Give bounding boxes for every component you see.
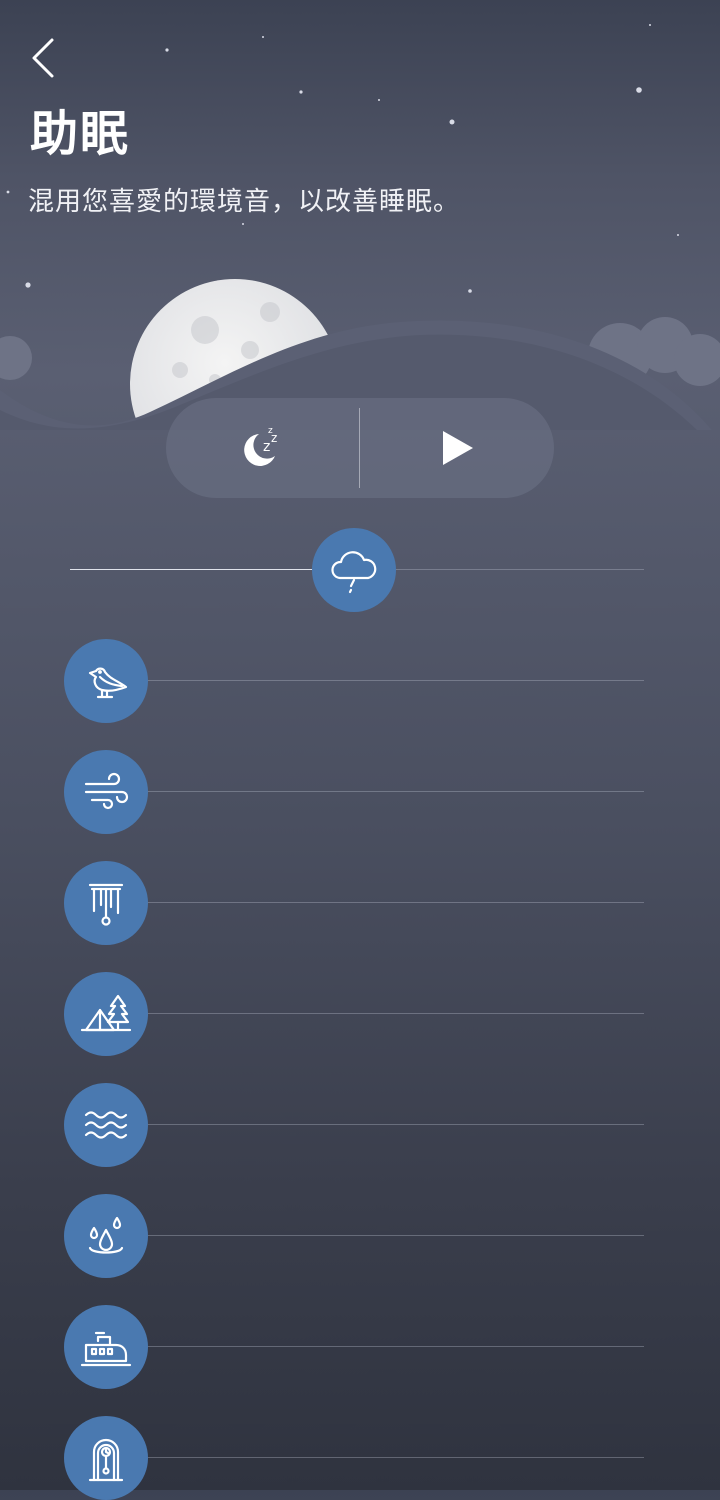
slider-thumb-birds[interactable] [64, 639, 148, 723]
train-icon [80, 1331, 132, 1367]
sound-slider-water-drop[interactable] [64, 1194, 644, 1278]
page-subtitle: 混用您喜愛的環境音，以改善睡眠。 [28, 187, 461, 217]
rain-cloud-icon [331, 551, 377, 594]
slider-track [70, 1124, 644, 1125]
page-title: 助眠 [30, 106, 131, 162]
slider-thumb-wind[interactable] [64, 750, 148, 834]
slider-track [70, 1235, 644, 1236]
sleep-timer-button[interactable]: z z z [166, 398, 360, 498]
campfire-tent-icon [80, 994, 132, 1032]
sound-slider-birds[interactable] [64, 639, 644, 723]
wind-chime-icon [88, 883, 124, 926]
sound-slider-rain[interactable] [64, 528, 644, 612]
sound-slider-wind-chime[interactable] [64, 861, 644, 945]
slider-track [70, 680, 644, 681]
bird-icon [88, 667, 128, 699]
svg-text:z: z [263, 439, 270, 455]
play-icon [443, 431, 473, 465]
waves-icon [84, 1111, 128, 1139]
chevron-left-icon [32, 38, 54, 78]
play-button[interactable] [360, 398, 554, 498]
sound-slider-train[interactable] [64, 1305, 644, 1389]
sound-slider-waves[interactable] [64, 1083, 644, 1167]
slider-track [70, 1457, 644, 1458]
moon-sleep-icon: z z z [244, 426, 277, 466]
slider-track [70, 1013, 644, 1014]
slider-thumb-waves[interactable] [64, 1083, 148, 1167]
wind-icon [84, 772, 129, 810]
slider-fill [70, 569, 318, 570]
slider-track [70, 791, 644, 792]
slider-thumb-campfire[interactable] [64, 972, 148, 1056]
water-drop-icon [88, 1216, 124, 1254]
back-button[interactable] [22, 34, 66, 82]
slider-thumb-water-drop[interactable] [64, 1194, 148, 1278]
slider-thumb-wind-chime[interactable] [64, 861, 148, 945]
clock-icon [88, 1438, 124, 1482]
slider-thumb-train[interactable] [64, 1305, 148, 1389]
slider-thumb-rain[interactable] [312, 528, 396, 612]
slider-thumb-clock[interactable] [64, 1416, 148, 1500]
sound-slider-wind[interactable] [64, 750, 644, 834]
slider-track [70, 1346, 644, 1347]
sound-slider-campfire[interactable] [64, 972, 644, 1056]
playback-controls: z z z [166, 398, 554, 498]
sound-slider-clock[interactable] [64, 1416, 644, 1500]
slider-track [70, 902, 644, 903]
svg-text:z: z [268, 426, 273, 436]
